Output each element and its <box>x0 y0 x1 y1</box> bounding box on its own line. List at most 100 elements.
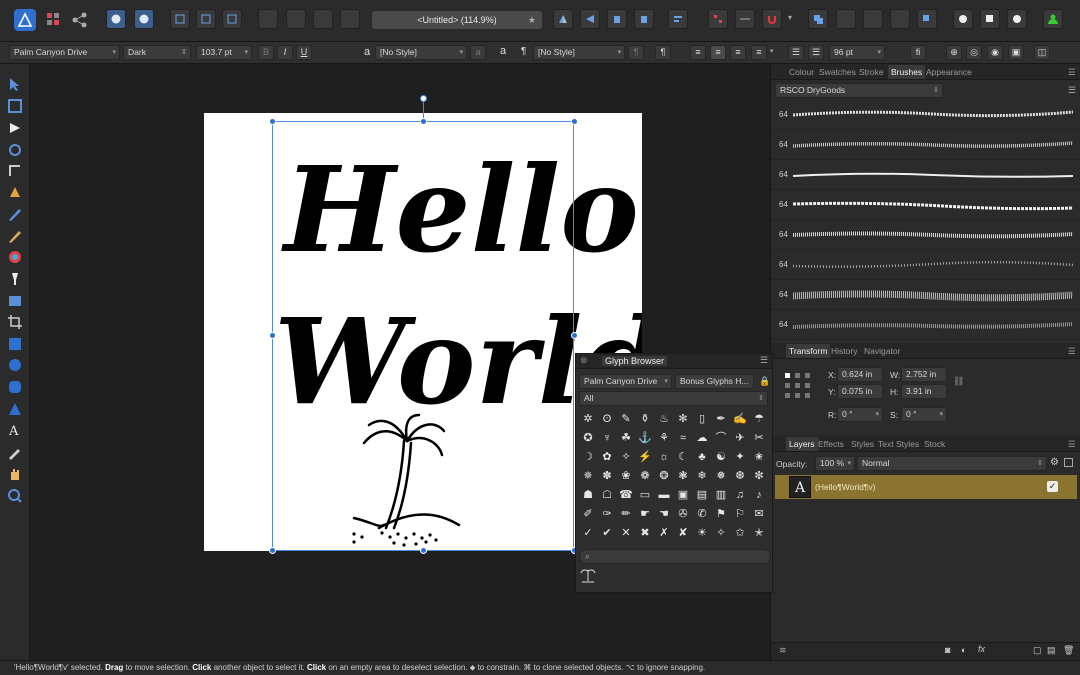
rotate-right-icon[interactable] <box>634 9 654 29</box>
glyph-cell[interactable]: ✐ <box>579 505 597 523</box>
panel-menu-icon[interactable]: ☰ <box>760 355 768 366</box>
fill-tool-icon[interactable] <box>7 249 23 265</box>
point-transform-icon[interactable] <box>7 163 23 179</box>
glyph-cell[interactable]: ☛ <box>636 505 654 523</box>
anchor-icon[interactable]: ⊕ <box>946 45 962 60</box>
glyph-cell[interactable]: ☽ <box>579 448 597 466</box>
para-style-new-button[interactable]: ¶ <box>655 45 671 60</box>
align-left-button[interactable]: ≡ <box>690 45 706 60</box>
color-picker-icon[interactable] <box>7 444 23 460</box>
adjustment-icon[interactable]: ◐ <box>961 645 966 655</box>
new-layer-icon[interactable]: ▢ <box>1033 645 1042 656</box>
layer-settings-gear-icon[interactable]: ⚙ <box>1050 457 1059 468</box>
guides-icon[interactable] <box>735 9 755 29</box>
boolean-intersect-icon[interactable] <box>863 9 883 29</box>
glyph-cell[interactable]: ▭ <box>636 486 654 504</box>
list-item[interactable]: 64 <box>771 280 1080 310</box>
glyph-cell[interactable]: ❂ <box>655 467 673 485</box>
glyph-cell[interactable]: ☁ <box>693 429 711 447</box>
boolean-divide-icon[interactable] <box>917 9 937 29</box>
glyph-cell[interactable]: ☖ <box>598 486 616 504</box>
leading-field[interactable]: 96 pt ▾ <box>829 45 885 60</box>
glyph-cell[interactable]: ♣ <box>693 448 711 466</box>
list-item[interactable]: 64 <box>771 310 1080 340</box>
glyph-cell[interactable]: ✿ <box>598 448 616 466</box>
glyph-cell[interactable]: ✏ <box>617 505 635 523</box>
rounded-rect-tool-icon[interactable] <box>7 379 23 395</box>
glyph-cell[interactable]: ✵ <box>579 467 597 485</box>
glyph-cell[interactable]: ☂ <box>750 410 768 428</box>
arrange-front-icon[interactable] <box>340 9 360 29</box>
x-field[interactable]: 0.624 in <box>837 367 883 382</box>
glyph-cell[interactable]: ✬ <box>750 448 768 466</box>
glyph-cell[interactable]: ⚑ <box>712 505 730 523</box>
font-family-select[interactable]: Palm Canyon Drive ▾ <box>9 45 120 60</box>
convert-curves-icon[interactable]: ◫ <box>1034 45 1050 60</box>
glyph-cell[interactable]: ⌒ <box>712 429 730 447</box>
studio-layers-icon[interactable] <box>980 9 1000 29</box>
glyph-cell[interactable]: ✇ <box>674 505 692 523</box>
glyph-cell[interactable]: ⚘ <box>655 429 673 447</box>
glyph-cell[interactable]: ☯ <box>712 448 730 466</box>
h-field[interactable]: 3.91 in <box>901 384 947 399</box>
visibility-toggle-icon[interactable] <box>1064 458 1073 467</box>
italic-button[interactable]: I <box>277 45 293 60</box>
snapping-mode-icon[interactable] <box>170 9 190 29</box>
app-logo-icon[interactable] <box>14 9 36 31</box>
document-title-tab[interactable]: <Untitled> (114.9%) ★ <box>372 11 542 29</box>
triangle-tool-icon[interactable] <box>7 401 23 417</box>
tab-transform[interactable]: Transform <box>786 344 831 358</box>
bold-button[interactable]: B <box>258 45 274 60</box>
place-image-tool-icon[interactable] <box>7 293 23 309</box>
glyph-cell[interactable]: ✔ <box>598 524 616 542</box>
panel-menu-icon[interactable]: ☰ <box>1068 346 1076 357</box>
selection-handle-bm[interactable] <box>420 547 427 554</box>
glyph-cell[interactable]: ♨ <box>655 410 673 428</box>
anchor-point-selector-icon[interactable] <box>784 372 812 400</box>
paragraph-style-select[interactable]: [No Style] ▾ <box>533 45 625 60</box>
tab-styles[interactable]: Styles <box>851 439 874 449</box>
tab-navigator[interactable]: Navigator <box>864 346 900 356</box>
glyph-cell[interactable]: ✓ <box>579 524 597 542</box>
node-tool-icon[interactable] <box>7 120 23 136</box>
list-item[interactable]: 64 <box>771 250 1080 280</box>
glyph-cell[interactable]: ☀ <box>693 524 711 542</box>
boolean-xor-icon[interactable] <box>890 9 910 29</box>
flip-vertical-icon[interactable] <box>580 9 600 29</box>
mask-icon[interactable]: ◙ <box>945 645 950 655</box>
assistant-icon[interactable] <box>134 9 154 29</box>
bullets-button[interactable]: ☰ <box>788 45 804 60</box>
list-item[interactable]: 64 <box>771 220 1080 250</box>
glyph-cell[interactable]: ✩ <box>731 524 749 542</box>
typography-button[interactable]: fi <box>910 45 926 60</box>
selection-handle-tm[interactable] <box>420 118 427 125</box>
rotation-handle[interactable] <box>420 95 427 102</box>
glyph-cell[interactable]: ❄ <box>693 467 711 485</box>
glyph-search-input[interactable]: ⌕ <box>579 549 771 564</box>
glyph-cell[interactable]: ✻ <box>674 410 692 428</box>
glyph-cell[interactable]: ✲ <box>579 410 597 428</box>
para-style-apply-button[interactable]: ¶ <box>628 45 644 60</box>
glyph-cell[interactable]: ❀ <box>617 467 635 485</box>
glyph-cell[interactable]: ❃ <box>674 467 692 485</box>
glyph-cell[interactable]: ♆ <box>598 429 616 447</box>
brush-tool-icon[interactable] <box>7 228 23 244</box>
studio-pie-icon[interactable] <box>1007 9 1027 29</box>
glyph-cell[interactable]: ☼ <box>655 448 673 466</box>
glyph-cell[interactable]: ▬ <box>655 486 673 504</box>
artboard-tool-icon[interactable] <box>7 98 23 114</box>
glyph-font-select[interactable]: Palm Canyon Drive ▾ <box>579 374 672 389</box>
glyph-cell[interactable]: ✽ <box>598 467 616 485</box>
glyph-cell[interactable]: ✈ <box>731 429 749 447</box>
boolean-add-icon[interactable] <box>808 9 828 29</box>
glyph-cell[interactable]: ☚ <box>655 505 673 523</box>
justify-button[interactable]: ≡ <box>751 45 767 60</box>
glyph-cell[interactable]: ✎ <box>617 410 635 428</box>
list-item[interactable]: 64 <box>771 190 1080 220</box>
glyph-cell[interactable]: ✉ <box>750 505 768 523</box>
rectangle-tool-icon[interactable] <box>7 336 23 352</box>
selection-handle-tl[interactable] <box>269 118 276 125</box>
glyph-cell[interactable]: ♪ <box>750 486 768 504</box>
selection-bounding-box[interactable] <box>272 121 574 551</box>
glyph-cell[interactable]: ✘ <box>674 524 692 542</box>
